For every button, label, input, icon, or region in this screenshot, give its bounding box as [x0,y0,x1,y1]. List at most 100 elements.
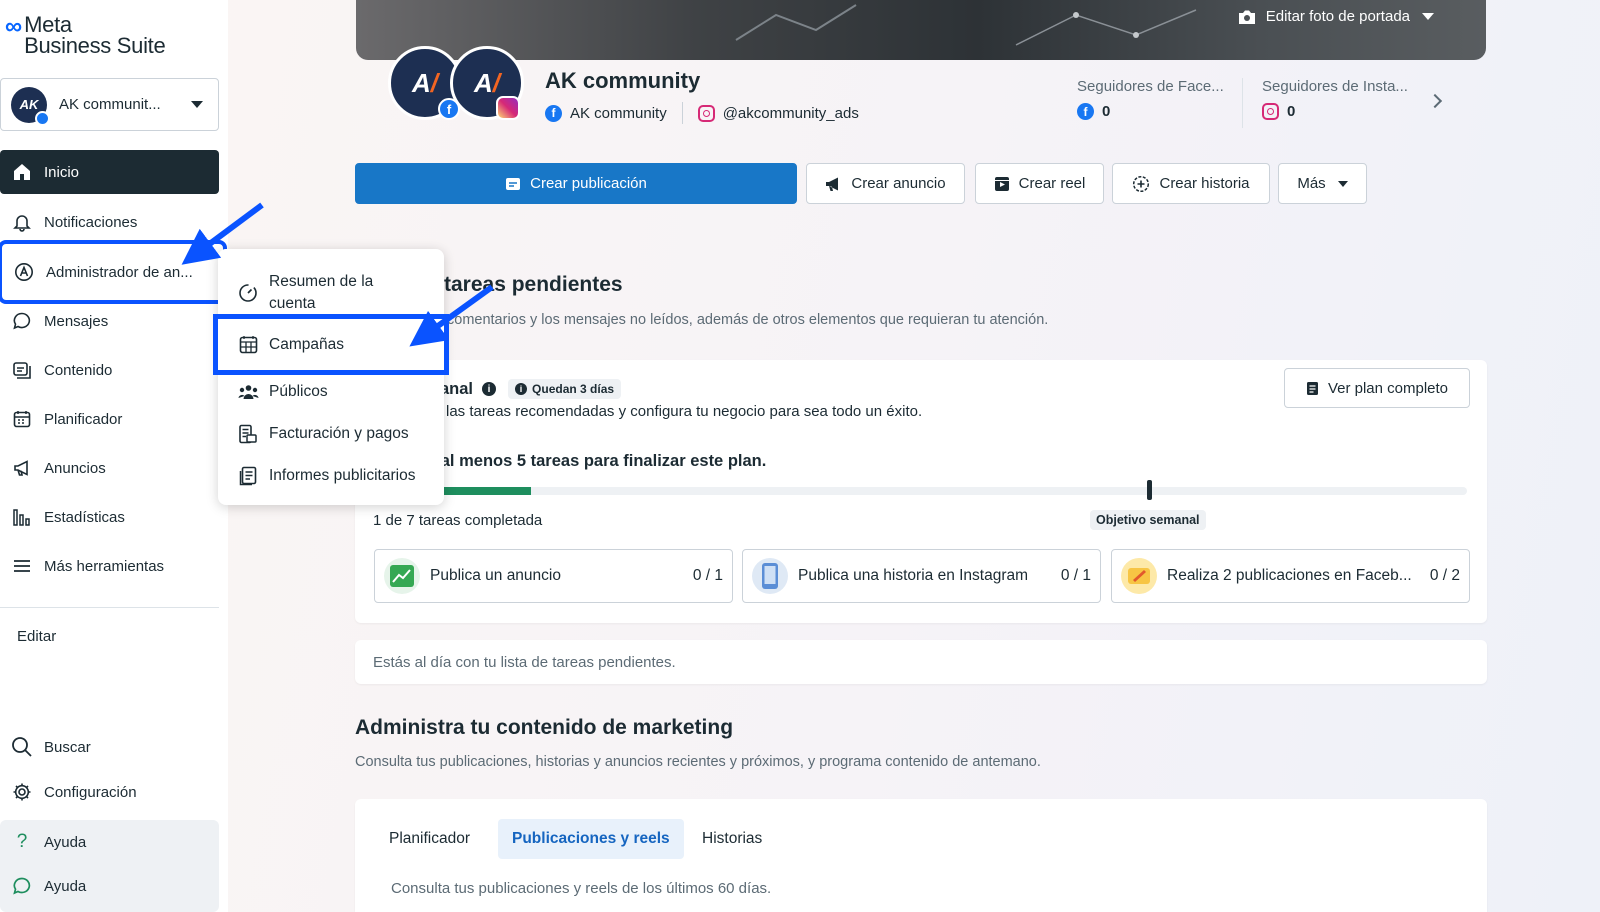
tab-publicaciones-y-reels[interactable]: Publicaciones y reels [498,819,684,859]
document-icon [1306,381,1319,396]
meta-infinity-icon: ∞ [5,13,23,40]
gear-icon [11,781,33,803]
question-icon: ? [16,831,28,852]
instagram-followers: Seguidores de Insta... 0 [1262,78,1408,120]
cover-photo: Editar foto de portada [356,0,1486,60]
facebook-page-name[interactable]: AK community [570,105,667,122]
chevron-down-icon [191,101,203,108]
instagram-badge-icon [496,96,520,120]
sidebar-item-buscar[interactable]: Buscar [0,725,219,769]
task-publish-instagram-story[interactable]: Publica una historia en Instagram 0 / 1 [742,549,1101,603]
chevron-down-icon [1337,180,1348,187]
account-avatar: AK [11,86,50,126]
page-title: AK community [545,68,701,93]
page-accounts: f AK community @akcommunity_ads [545,102,859,124]
marketing-section-title: Administra tu contenido de marketing [355,716,734,739]
weekly-progress-bar [375,487,1467,495]
sidebar-item-inicio[interactable]: Inicio [0,150,219,194]
megaphone-icon [11,457,33,479]
sidebar-item-ayuda[interactable]: ? Ayuda [0,820,219,864]
up-to-date-card: Estás al día con tu lista de tareas pend… [355,640,1487,684]
chevron-right-icon[interactable] [1427,93,1443,109]
view-full-plan-button[interactable]: Ver plan completo [1284,368,1470,408]
goal-marker [1147,480,1152,500]
bar-chart-icon [11,506,33,528]
menu-item-publicos[interactable]: Públicos [218,373,444,411]
menu-icon [11,555,33,577]
goal-label: Objetivo semanal [1090,510,1206,530]
weekly-plan-description: las tareas recomendadas y configura tu n… [446,403,923,420]
weekly-plan-title: anal i i Quedan 3 días [440,379,622,399]
sidebar-item-anuncios[interactable]: Anuncios [0,446,219,490]
calendar-icon [11,408,33,430]
feedback-icon [11,875,33,897]
menu-item-resumen-cuenta[interactable]: Resumen de la cuenta [218,269,444,317]
create-story-button[interactable]: Crear historia [1112,163,1270,204]
sidebar-item-mensajes[interactable]: Mensajes [0,299,219,343]
tab-planificador[interactable]: Planificador [375,819,484,859]
content-icon [11,359,33,381]
menu-item-campanas[interactable]: Campañas [213,314,449,375]
sidebar-item-configuracion[interactable]: Configuración [0,770,219,814]
edit-cover-photo-button[interactable]: Editar foto de portada [1238,8,1434,25]
home-icon [11,161,33,183]
info-icon[interactable]: i [482,382,497,396]
post-icon [505,177,521,191]
weekly-plan-goal: a al menos 5 tareas para finalizar este … [427,452,767,470]
sidebar-item-mas-herramientas[interactable]: Más herramientas [0,544,219,588]
edit-link[interactable]: Editar [17,628,56,645]
tasks-section-description: comentarios y los mensajes no leídos, ad… [447,312,1049,328]
sidebar-item-planificador[interactable]: Planificador [0,397,219,441]
account-switcher[interactable]: AK AK communit... [0,78,219,131]
facebook-followers: Seguidores de Face... f0 [1077,78,1224,120]
sidebar-item-administrador-anuncios[interactable]: Administrador de an... [0,240,227,304]
create-reel-button[interactable]: Crear reel [975,163,1104,204]
instagram-icon [697,104,715,122]
sidebar-item-contenido[interactable]: Contenido [0,348,219,392]
calendar-grid-icon [237,335,259,354]
instagram-handle[interactable]: @akcommunity_ads [723,105,859,122]
pencil-note-icon [1121,558,1157,594]
billing-icon [237,424,259,444]
reel-icon [994,176,1010,192]
chat-bubble-icon [11,310,33,332]
search-icon [11,736,33,758]
days-left-badge: i Quedan 3 días [508,379,622,399]
ads-manager-menu: Resumen de la cuenta Campañas Públicos F… [213,249,449,505]
phone-story-icon [752,558,788,594]
chart-up-icon [384,558,420,594]
meta-business-suite-logo[interactable]: ∞ Meta Business Suite [5,13,166,58]
sidebar: ∞ Meta Business Suite AK AK communit... … [0,0,228,912]
people-icon [237,384,259,400]
tasks-section-title: tareas pendientes [444,273,623,296]
sidebar-item-estadisticas[interactable]: Estadísticas [0,495,219,539]
megaphone-icon [825,176,842,192]
instagram-icon [1262,103,1279,120]
tasks-completed-text: 1 de 7 tareas completada [373,512,543,529]
facebook-badge-icon [35,110,50,126]
task-facebook-posts[interactable]: Realiza 2 publicaciones en Faceb... 0 / … [1111,549,1470,603]
sidebar-item-ayuda-feedback[interactable]: Ayuda [0,864,219,908]
camera-icon [1238,9,1256,25]
menu-item-facturacion-pagos[interactable]: Facturación y pagos [218,415,444,453]
task-publish-ad[interactable]: Publica un anuncio 0 / 1 [374,549,733,603]
create-ad-button[interactable]: Crear anuncio [806,163,965,204]
more-button[interactable]: Más [1278,163,1367,204]
create-post-button[interactable]: Crear publicación [355,163,797,204]
report-icon [237,466,259,486]
bell-icon [11,211,33,233]
ads-manager-icon [13,261,35,283]
account-name: AK communit... [59,96,161,113]
tab-description: Consulta tus publicaciones y reels de lo… [391,880,772,897]
marketing-section-description: Consulta tus publicaciones, historias y … [355,754,1041,770]
chevron-down-icon [1422,13,1434,20]
facebook-icon: f [1077,103,1094,120]
gauge-icon [237,283,259,303]
facebook-icon: f [545,104,562,122]
menu-item-informes-publicitarios[interactable]: Informes publicitarios [218,457,444,495]
story-plus-icon [1132,175,1150,193]
logo-line-2: Business Suite [24,33,166,58]
tab-historias[interactable]: Historias [688,819,776,859]
sidebar-item-notificaciones[interactable]: Notificaciones [0,200,219,244]
sidebar-divider [0,607,219,608]
